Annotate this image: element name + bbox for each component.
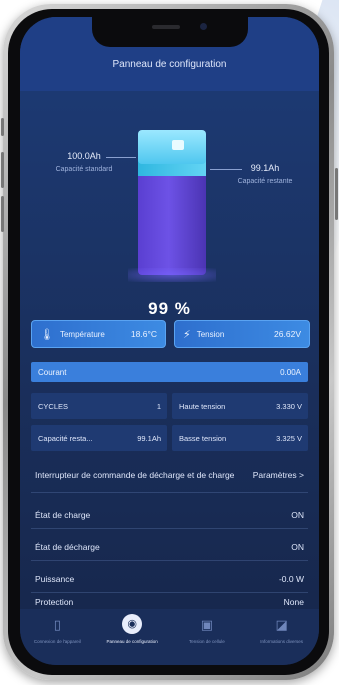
cycles-value: 1	[156, 401, 161, 411]
battery-chip-icon	[172, 140, 184, 150]
tension-label: Tension	[196, 329, 225, 339]
charge-state-value: ON	[291, 509, 304, 520]
current-value: 0.00A	[280, 367, 301, 377]
cycles-label: CYCLES	[38, 401, 69, 411]
standard-capacity: 100.0Ah Capacité standard	[44, 151, 124, 173]
remaining-capacity-label: Capacité restante	[237, 178, 293, 185]
tab-label: Panneau de configuration	[106, 639, 158, 644]
tab-device-connection[interactable]: ▯ Connexion de l'appareil	[20, 609, 95, 665]
device-icon: ▯	[53, 617, 61, 632]
high-voltage-label: Haute tension	[179, 401, 226, 411]
app-screen: Panneau de configuration 100.0Ah Capacit…	[20, 17, 319, 665]
discharge-state-label: État de décharge	[35, 541, 100, 552]
power-label: Puissance	[35, 573, 75, 584]
page-title: Panneau de configuration	[112, 59, 227, 70]
current-bar: Courant 0.00A	[31, 362, 308, 382]
mute-switch	[1, 118, 4, 136]
camera	[200, 23, 207, 30]
battery-top	[138, 130, 206, 164]
thermometer-icon: 🌡	[40, 328, 54, 341]
tension-card: ⚡ Tension 26.62V	[174, 320, 310, 348]
standard-capacity-label: Capacité standard	[55, 166, 113, 173]
tab-configuration-panel[interactable]: ◉ Panneau de configuration	[95, 609, 170, 665]
temperature-card: 🌡 Température 18.6°C	[31, 320, 166, 348]
high-voltage-cell: Haute tension 3.330 V	[172, 393, 308, 419]
battery-glow	[128, 268, 216, 282]
cell-icon: ▣	[200, 617, 214, 632]
remaining-capacity: 99.1Ah Capacité restante	[225, 163, 305, 185]
battery-cube-icon	[128, 128, 216, 282]
protection-label: Protection	[35, 597, 74, 607]
settings-link[interactable]: Paramètres >	[253, 470, 304, 480]
protection-value: None	[283, 597, 304, 607]
tab-label: Connexion de l'appareil	[33, 639, 81, 644]
current-label: Courant	[38, 367, 67, 377]
notch	[92, 17, 248, 47]
battery-percent: 99 %	[148, 299, 191, 318]
discharge-state-value: ON	[291, 541, 304, 552]
power-button	[335, 168, 338, 220]
low-voltage-label: Basse tension	[179, 433, 227, 443]
temperature-value: 18.6°C	[130, 329, 157, 339]
charge-switch-row[interactable]: Interrupteur de commande de décharge et …	[31, 458, 308, 493]
cycles-cell: CYCLES 1	[31, 393, 167, 419]
low-voltage-cell: Basse tension 3.325 V	[172, 425, 308, 451]
charge-state-row: État de charge ON	[31, 501, 308, 529]
standard-capacity-value: 100.0Ah	[67, 151, 101, 161]
settings-link-label: Paramètres	[252, 470, 297, 480]
tab-label: Informations diverses	[260, 639, 304, 644]
volume-up-button	[1, 152, 4, 188]
chevron-right-icon: >	[299, 470, 304, 480]
tension-value: 26.62V	[274, 329, 301, 339]
battery-visual: 100.0Ah Capacité standard 99.1Ah Capacit…	[20, 91, 319, 301]
voltage-icon: ⚡	[183, 328, 191, 341]
bottom-tab-bar: ▯ Connexion de l'appareil ◉ Panneau de c…	[20, 609, 319, 665]
remaining-capacity-value: 99.1Ah	[250, 163, 280, 173]
speaker	[152, 25, 180, 29]
power-row: Puissance -0.0 W	[31, 565, 308, 593]
remaining-cap-value: 99.1Ah	[137, 433, 161, 443]
charge-state-label: État de charge	[35, 509, 91, 520]
power-value: -0.0 W	[278, 573, 304, 584]
volume-down-button	[1, 196, 4, 232]
remaining-cap-label: Capacité resta...	[38, 433, 93, 443]
remaining-capacity-leader	[210, 169, 242, 170]
discharge-state-row: État de décharge ON	[31, 533, 308, 561]
tab-label: Tension de cellule	[188, 639, 225, 644]
tab-cell-voltage[interactable]: ▣ Tension de cellule	[170, 609, 245, 665]
high-voltage-value: 3.330 V	[276, 401, 302, 411]
temperature-label: Température	[59, 329, 105, 339]
low-voltage-value: 3.325 V	[276, 433, 302, 443]
remaining-capacity-cell: Capacité resta... 99.1Ah	[31, 425, 167, 451]
charge-switch-label: Interrupteur de commande de décharge et …	[35, 469, 235, 480]
battery-body	[138, 170, 206, 275]
dashboard-icon: ◉	[122, 614, 143, 634]
info-icon: ◪	[275, 617, 288, 632]
tab-misc-info[interactable]: ◪ Informations diverses	[244, 609, 319, 665]
